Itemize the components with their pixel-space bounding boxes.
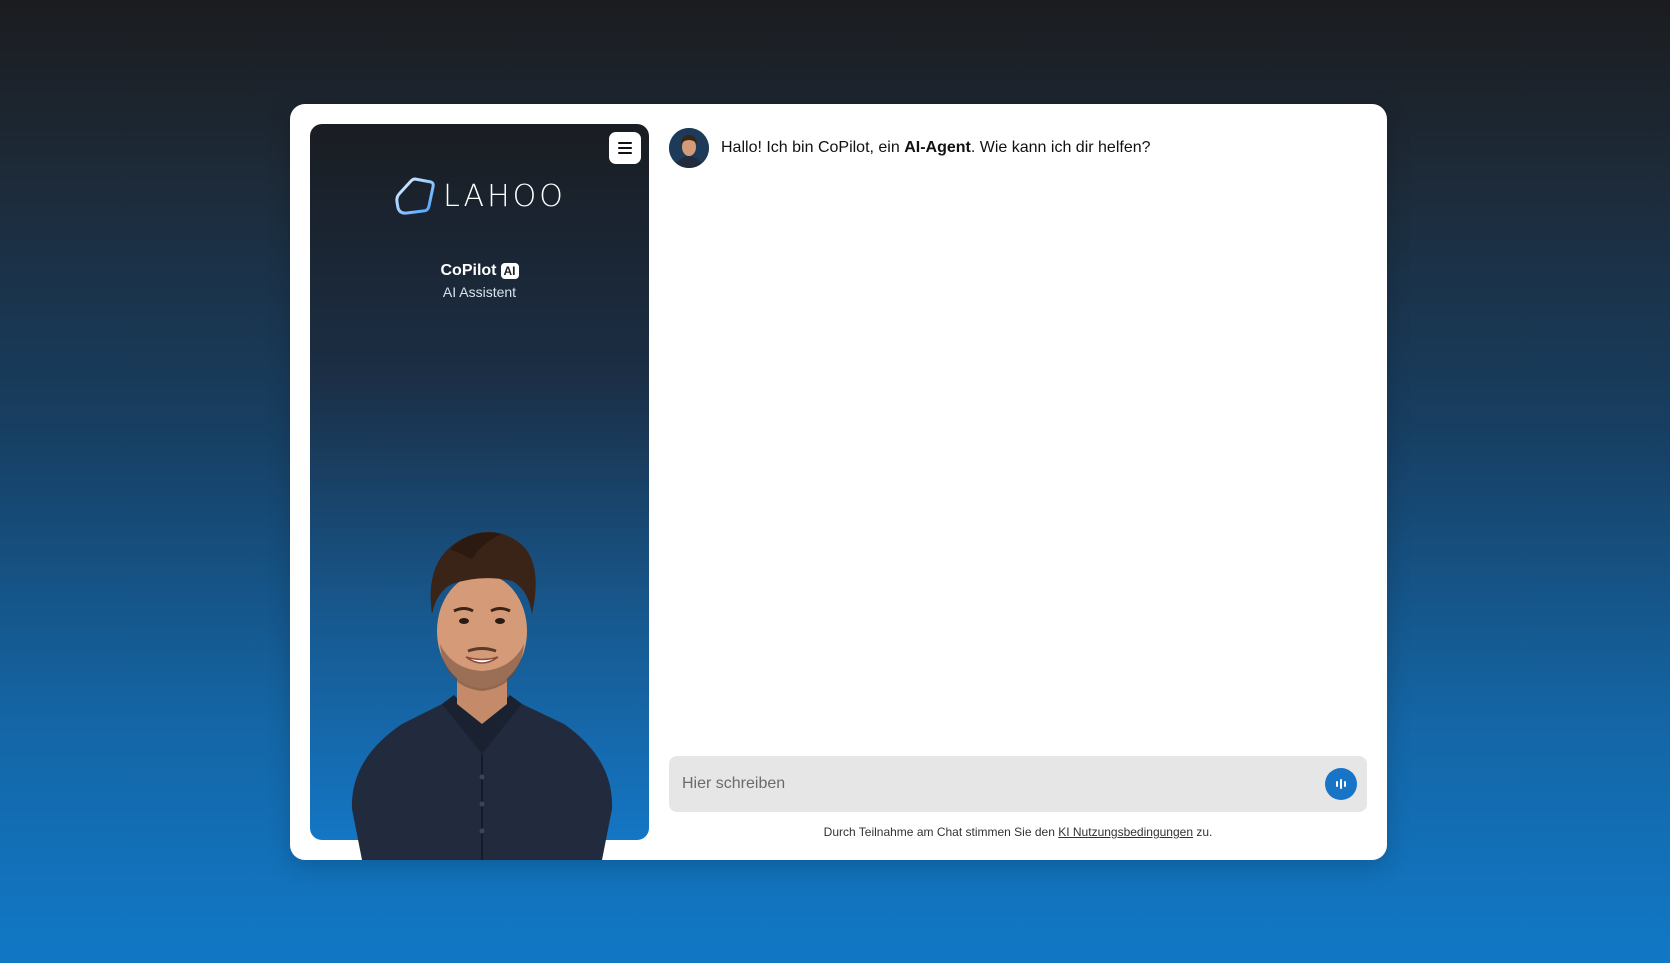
greeting-bold: AI-Agent	[904, 139, 971, 156]
chat-widget-card: LAHOO CoPilot AI AI Assistent Hallo! Ich…	[290, 104, 1387, 860]
greeting-suffix: . Wie kann ich dir helfen?	[970, 139, 1151, 156]
terms-suffix: zu.	[1193, 825, 1213, 839]
logo-mark-icon	[395, 177, 435, 215]
ai-badge: AI	[500, 263, 519, 279]
voice-button[interactable]	[1325, 768, 1357, 800]
terms-link[interactable]: KI Nutzungsbedingungen	[1058, 825, 1193, 839]
brand-wordmark: LAHOO	[443, 178, 566, 214]
terms-notice: Durch Teilnahme am Chat stimmen Sie den …	[669, 825, 1367, 839]
terms-prefix: Durch Teilnahme am Chat stimmen Sie den	[823, 825, 1059, 839]
greeting-prefix: Hallo! Ich bin CoPilot, ein	[721, 139, 905, 156]
agent-name-label: CoPilot	[440, 262, 497, 279]
agent-avatar	[669, 128, 709, 168]
menu-button[interactable]	[609, 132, 641, 164]
assistant-message-text: Hallo! Ich bin CoPilot, ein AI-Agent. Wi…	[721, 139, 1151, 157]
agent-name: CoPilot AI	[310, 262, 649, 280]
agent-avatar-image	[669, 128, 709, 168]
agent-sidebar: LAHOO CoPilot AI AI Assistent	[310, 124, 649, 860]
agent-portrait	[351, 531, 613, 860]
chat-panel: Hallo! Ich bin CoPilot, ein AI-Agent. Wi…	[669, 124, 1367, 840]
assistant-message: Hallo! Ich bin CoPilot, ein AI-Agent. Wi…	[669, 128, 1151, 168]
message-input[interactable]	[669, 774, 1325, 794]
brand-logo: LAHOO	[310, 174, 649, 218]
hamburger-menu-icon	[618, 142, 632, 154]
message-composer	[669, 756, 1367, 812]
audio-wave-icon	[1336, 779, 1346, 789]
agent-role: AI Assistent	[442, 284, 517, 300]
